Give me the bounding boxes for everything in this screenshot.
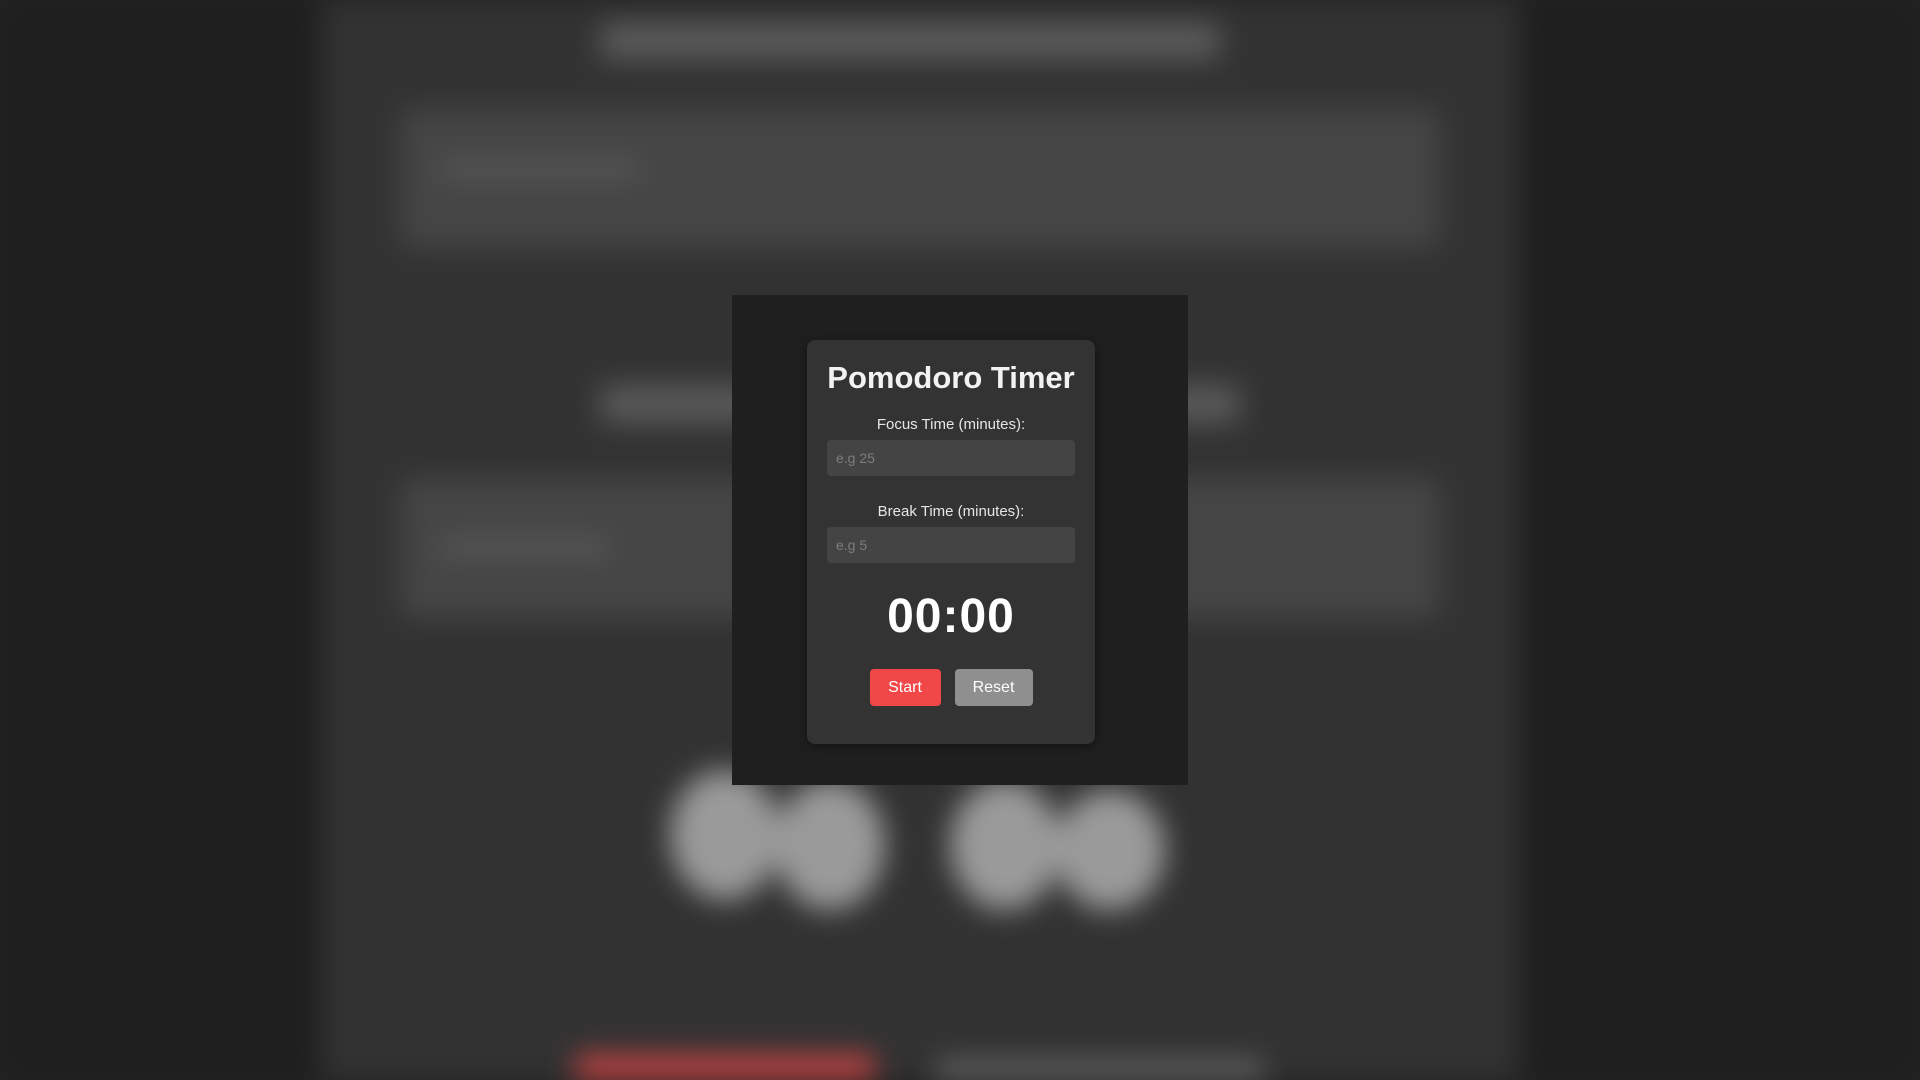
background-panel-text xyxy=(440,158,640,180)
page-title: Pomodoro Timer xyxy=(827,360,1075,395)
background-image-blob xyxy=(670,770,780,900)
reset-button[interactable]: Reset xyxy=(954,669,1033,706)
background-image-blob xyxy=(775,780,885,910)
timer-popup: Pomodoro Timer Focus Time (minutes): Bre… xyxy=(732,295,1188,785)
break-time-input[interactable] xyxy=(827,527,1075,563)
background-panel-text xyxy=(440,536,610,558)
start-button[interactable]: Start xyxy=(869,669,941,706)
background-image-blob xyxy=(1055,790,1165,910)
background-button xyxy=(575,1055,875,1080)
background-image-blob xyxy=(950,780,1060,910)
background-button xyxy=(935,1060,1265,1080)
timer-display: 00:00 xyxy=(887,590,1015,643)
pomodoro-card: Pomodoro Timer Focus Time (minutes): Bre… xyxy=(807,340,1095,744)
background-panel xyxy=(400,108,1440,248)
timer-controls: Start Reset xyxy=(827,669,1075,706)
focus-time-label: Focus Time (minutes): xyxy=(876,416,1026,433)
break-time-label: Break Time (minutes): xyxy=(877,503,1025,520)
focus-time-input[interactable] xyxy=(827,440,1075,476)
background-heading xyxy=(600,22,1220,60)
